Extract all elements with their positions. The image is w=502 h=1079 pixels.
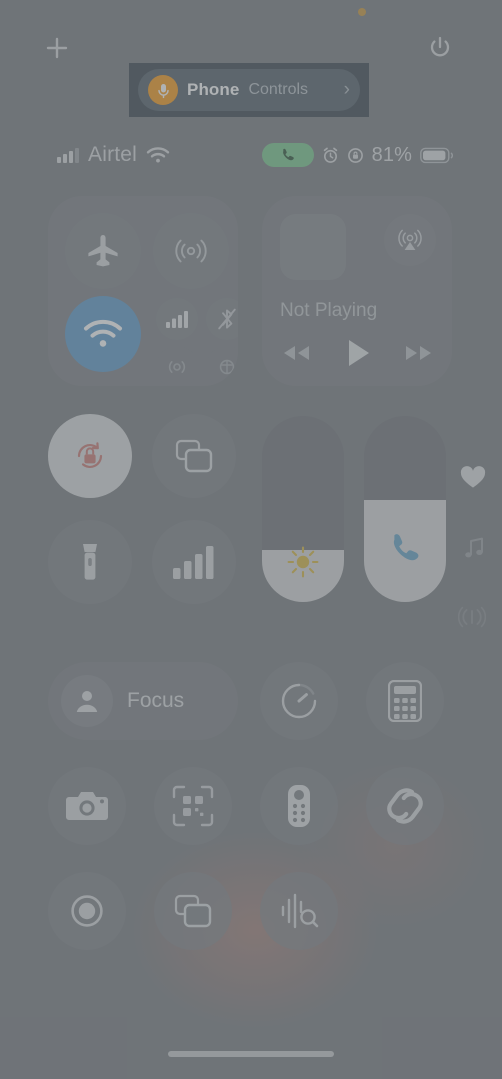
connectivity-module	[48, 196, 238, 386]
microphone-icon	[148, 75, 178, 105]
fast-forward-icon[interactable]	[402, 341, 436, 365]
row-app-shortcuts	[0, 767, 502, 845]
play-icon[interactable]	[344, 337, 372, 369]
focus-button[interactable]: Focus	[48, 662, 238, 740]
row-toggles-sliders	[0, 414, 502, 628]
media-playback-module: Not Playing	[262, 196, 452, 386]
focus-label: Focus	[127, 689, 185, 712]
rotation-lock-button[interactable]	[48, 414, 132, 498]
person-icon	[61, 675, 113, 727]
apple-tv-remote-button[interactable]	[260, 767, 338, 845]
shazam-button[interactable]	[366, 767, 444, 845]
screen-mirroring-button[interactable]	[152, 414, 236, 498]
media-transport-controls	[280, 333, 436, 373]
haptics-icon[interactable]	[458, 606, 486, 628]
status-bar: Airtel 81%	[0, 138, 502, 172]
sun-icon	[262, 544, 344, 580]
phone-handset-icon	[364, 530, 446, 566]
active-call-indicator	[261, 143, 314, 167]
album-artwork	[280, 214, 346, 280]
sound-recognition-button[interactable]	[260, 872, 338, 950]
status-bar-left: Airtel	[57, 143, 170, 167]
control-center-screen: Phone Controls › Airtel 81% Not Playing …	[0, 0, 502, 1079]
code-scanner-button[interactable]	[154, 767, 232, 845]
row-focus: Focus	[0, 662, 502, 740]
wifi-button[interactable]	[65, 296, 141, 372]
carrier-name: Airtel	[88, 143, 138, 166]
heart-icon[interactable]	[460, 466, 486, 490]
volume-slider[interactable]	[364, 416, 446, 602]
personal-hotspot-button[interactable]	[156, 346, 198, 386]
rewind-icon[interactable]	[280, 341, 314, 365]
chevron-right-icon[interactable]: ›	[344, 79, 350, 101]
row-bottom-controls	[0, 872, 502, 950]
microphone-privacy-indicator-dot	[358, 8, 366, 16]
status-bar-right: 81%	[261, 143, 454, 167]
timer-button[interactable]	[260, 662, 338, 740]
row-modules: Not Playing	[0, 196, 502, 392]
rotation-lock-status-icon	[347, 147, 364, 164]
calculator-button[interactable]	[366, 662, 444, 740]
wifi-icon	[146, 146, 170, 164]
music-note-icon[interactable]	[462, 536, 486, 560]
banner-app-name: Phone	[187, 80, 240, 99]
satellite-button[interactable]	[206, 346, 238, 386]
flashlight-button[interactable]	[48, 520, 132, 604]
airdrop-button[interactable]	[153, 213, 229, 289]
battery-icon	[420, 147, 454, 164]
screen-record-button[interactable]	[48, 872, 126, 950]
bluetooth-button[interactable]	[206, 298, 238, 340]
brightness-slider[interactable]	[262, 416, 344, 602]
add-control-button[interactable]	[42, 33, 72, 63]
media-status-text: Not Playing	[280, 300, 378, 321]
battery-percentage: 81%	[371, 143, 412, 166]
banner-subtitle: Controls	[248, 81, 309, 98]
airplay-audio-icon[interactable]	[384, 214, 436, 266]
control-center-body: Not Playing Focus	[0, 196, 502, 950]
camera-button[interactable]	[48, 767, 126, 845]
cellular-data-button[interactable]	[156, 298, 198, 340]
cellular-signal-button[interactable]	[152, 520, 236, 604]
home-indicator[interactable]	[168, 1051, 334, 1057]
dynamic-island-banner[interactable]: Phone Controls ›	[129, 63, 369, 117]
cellular-signal-icon	[57, 147, 79, 163]
alarm-clock-icon	[322, 147, 339, 164]
airplane-mode-button[interactable]	[65, 213, 141, 289]
phone-controls-pill[interactable]: Phone Controls ›	[138, 69, 360, 111]
power-button[interactable]	[425, 32, 455, 62]
screen-mirroring-button-2[interactable]	[154, 872, 232, 950]
